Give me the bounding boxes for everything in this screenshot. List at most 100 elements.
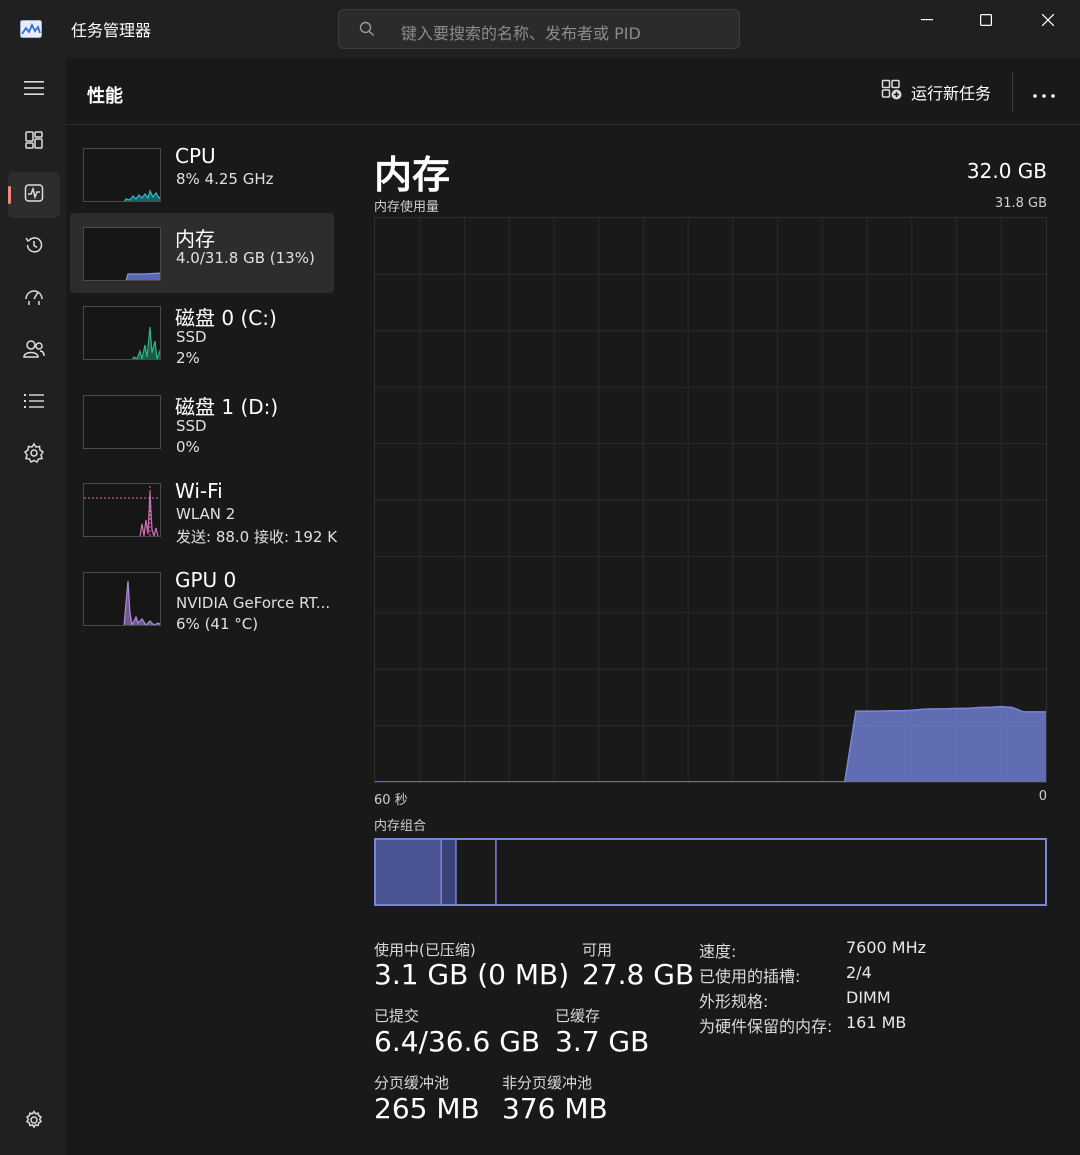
nonpaged-pool-value: 376 MB bbox=[502, 1092, 608, 1125]
disk1-thumbnail-graph bbox=[83, 395, 161, 449]
left-navigation bbox=[0, 58, 66, 1155]
close-icon bbox=[1042, 14, 1054, 26]
composition-in-use bbox=[376, 840, 442, 904]
memory-composition-svg bbox=[376, 840, 497, 904]
paged-pool-value: 265 MB bbox=[374, 1092, 480, 1125]
device-wifi[interactable]: Wi-Fi WLAN 2 发送: 88.0 接收: 192 K bbox=[70, 469, 338, 549]
search-box[interactable]: 键入要搜索的名称、发布者或 PID bbox=[338, 9, 740, 49]
close-button[interactable] bbox=[1018, 0, 1078, 40]
spec-form-factor-value: DIMM bbox=[846, 988, 891, 1007]
device-gpu[interactable]: GPU 0 NVIDIA GeForce RT... 6% (41 °C) bbox=[70, 558, 334, 638]
committed-label: 已提交 bbox=[374, 1007, 420, 1025]
nav-startup-apps[interactable] bbox=[8, 276, 60, 322]
page-header: 性能 运行新任务 bbox=[66, 58, 1080, 125]
paged-pool-label: 分页缓冲池 bbox=[374, 1074, 450, 1092]
cpu-usage: 8% 4.25 GHz bbox=[176, 170, 274, 188]
nav-app-history[interactable] bbox=[8, 224, 60, 270]
time-axis-left: 60 秒 bbox=[374, 793, 408, 808]
memory-usage-chart-svg bbox=[375, 218, 1046, 783]
details-icon bbox=[24, 393, 44, 413]
spec-slots-label: 已使用的插槽: bbox=[699, 967, 801, 986]
spec-speed-value: 7600 MHz bbox=[846, 938, 927, 957]
in-use-value: 3.1 GB (0 MB) bbox=[374, 958, 570, 991]
disk0-thumbnail-graph bbox=[83, 306, 161, 360]
nav-users[interactable] bbox=[8, 328, 60, 374]
gpu-thumbnail-graph bbox=[83, 572, 161, 626]
wifi-thumbnail-graph bbox=[83, 483, 161, 537]
detail-title: 内存 bbox=[374, 153, 451, 197]
app-title: 任务管理器 bbox=[71, 21, 152, 40]
page-title: 性能 bbox=[87, 86, 123, 107]
device-disk-0[interactable]: 磁盘 0 (C:) SSD 2% bbox=[70, 292, 334, 372]
wifi-title: Wi-Fi bbox=[175, 479, 223, 503]
performance-icon bbox=[24, 183, 44, 207]
nav-processes[interactable] bbox=[8, 119, 60, 165]
available-value: 27.8 GB bbox=[582, 958, 695, 991]
spec-slots-value: 2/4 bbox=[846, 963, 872, 982]
memory-usage-area bbox=[375, 706, 1046, 782]
more-options-button[interactable] bbox=[1026, 78, 1062, 106]
in-use-label: 使用中(已压缩) bbox=[374, 941, 476, 959]
maximize-button[interactable] bbox=[956, 0, 1016, 40]
memory-usage-chart bbox=[374, 217, 1047, 783]
nav-services[interactable] bbox=[8, 432, 60, 478]
spec-reserved-label: 为硬件保留的内存: bbox=[699, 1017, 833, 1036]
run-new-task-button[interactable]: 运行新任务 bbox=[881, 79, 992, 105]
disk1-usage: 0% bbox=[176, 438, 200, 456]
startup-apps-icon bbox=[24, 287, 44, 311]
nav-details[interactable] bbox=[8, 380, 60, 426]
device-memory[interactable]: 内存 4.0/31.8 GB (13%) bbox=[70, 213, 334, 293]
performance-page: 性能 运行新任务 CPU 8% 4.25 GHz 内存 4.0/31.8 GB … bbox=[66, 58, 1080, 1155]
disk1-title: 磁盘 1 (D:) bbox=[175, 395, 279, 419]
services-icon bbox=[23, 442, 45, 468]
run-new-task-label: 运行新任务 bbox=[911, 84, 992, 103]
search-icon bbox=[359, 21, 375, 37]
gpu-model: NVIDIA GeForce RT... bbox=[176, 594, 331, 612]
header-divider bbox=[1012, 72, 1013, 112]
memory-usage: 4.0/31.8 GB (13%) bbox=[176, 249, 315, 267]
device-disk-1[interactable]: 磁盘 1 (D:) SSD 0% bbox=[70, 381, 334, 461]
settings-icon bbox=[24, 1110, 44, 1134]
run-new-task-icon bbox=[881, 79, 903, 105]
nav-performance[interactable] bbox=[8, 172, 60, 218]
disk0-type: SSD bbox=[176, 328, 207, 346]
minimize-button[interactable] bbox=[897, 0, 957, 40]
nav-menu-toggle[interactable] bbox=[8, 67, 60, 113]
disk0-title: 磁盘 0 (C:) bbox=[175, 306, 277, 330]
task-manager-app-icon bbox=[20, 20, 42, 38]
memory-total: 32.0 GB bbox=[966, 159, 1047, 183]
wifi-adapter: WLAN 2 bbox=[176, 505, 236, 523]
search-input[interactable]: 键入要搜索的名称、发布者或 PID bbox=[401, 20, 641, 44]
available-label: 可用 bbox=[582, 941, 613, 959]
composition-modified bbox=[441, 840, 456, 904]
usage-chart-label: 内存使用量 bbox=[374, 200, 440, 215]
more-icon bbox=[1033, 83, 1055, 102]
spec-form-factor-label: 外形规格: bbox=[699, 992, 769, 1011]
disk1-type: SSD bbox=[176, 417, 207, 435]
device-cpu[interactable]: CPU 8% 4.25 GHz bbox=[70, 134, 334, 214]
cached-value: 3.7 GB bbox=[555, 1025, 650, 1058]
gpu-title: GPU 0 bbox=[175, 568, 237, 592]
gpu-usage: 6% (41 °C) bbox=[176, 615, 259, 633]
time-axis-right: 0 bbox=[1038, 789, 1047, 804]
nav-settings[interactable] bbox=[8, 1099, 60, 1145]
memory-composition-bar bbox=[374, 838, 1047, 906]
hamburger-menu-icon bbox=[24, 80, 44, 100]
users-icon bbox=[23, 339, 45, 363]
processes-icon bbox=[24, 130, 44, 154]
committed-value: 6.4/36.6 GB bbox=[374, 1025, 541, 1058]
nonpaged-pool-label: 非分页缓冲池 bbox=[502, 1074, 593, 1092]
memory-thumbnail-graph bbox=[83, 227, 161, 281]
disk0-usage: 2% bbox=[176, 349, 200, 367]
wifi-throughput: 发送: 88.0 接收: 192 K bbox=[176, 528, 338, 546]
minimize-icon bbox=[921, 19, 933, 21]
usage-chart-max: 31.8 GB bbox=[994, 196, 1047, 211]
cpu-title: CPU bbox=[175, 144, 216, 168]
maximize-icon bbox=[980, 14, 992, 26]
title-bar: 任务管理器 键入要搜索的名称、发布者或 PID bbox=[0, 0, 1080, 58]
spec-speed-label: 速度: bbox=[699, 942, 737, 961]
spec-reserved-value: 161 MB bbox=[846, 1013, 907, 1032]
cached-label: 已缓存 bbox=[555, 1007, 601, 1025]
memory-title: 内存 bbox=[175, 227, 215, 251]
app-history-icon bbox=[24, 235, 44, 259]
